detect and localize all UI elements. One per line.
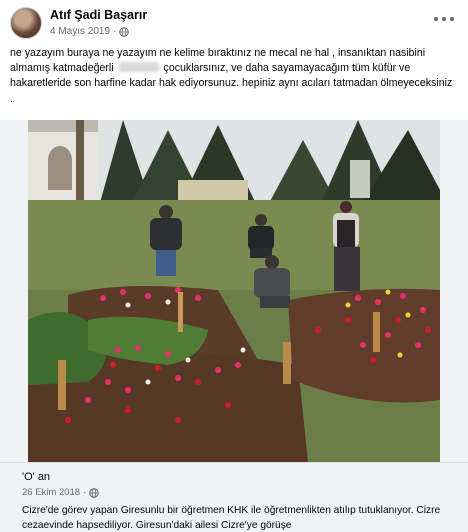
shared-post-title[interactable]: 'O' an [22, 471, 50, 483]
post-meta: 4 Mayıs 2019 · [50, 26, 130, 37]
more-options-icon[interactable] [434, 12, 454, 26]
avatar[interactable] [10, 7, 42, 39]
shared-meta-separator: · [83, 487, 87, 498]
meta-separator: · [113, 26, 117, 37]
photo-frame [0, 120, 468, 462]
author-name[interactable]: Atıf Şadi Başarır [50, 8, 147, 22]
redacted-word [118, 62, 159, 73]
globe-icon [89, 487, 100, 498]
shared-post-date[interactable]: 26 Ekim 2018 [22, 487, 80, 498]
post-text: ne yazayım buraya ne yazayım ne kelime b… [10, 46, 458, 107]
cemetery-photo [28, 120, 440, 462]
shared-post-meta: 26 Ekim 2018 · [22, 487, 100, 498]
globe-icon [119, 26, 130, 37]
shared-post-text: Cizre'de görev yapan Giresunlu bir öğret… [22, 505, 441, 531]
post-photo[interactable] [28, 120, 440, 462]
person-standing-right [333, 201, 360, 291]
shared-post[interactable]: 'O' an 26 Ekim 2018 · Cizre'de görev yap… [0, 462, 468, 532]
post-date[interactable]: 4 Mayıs 2019 [50, 26, 110, 37]
post-header: Atıf Şadi Başarır 4 Mayıs 2019 · [0, 0, 468, 44]
